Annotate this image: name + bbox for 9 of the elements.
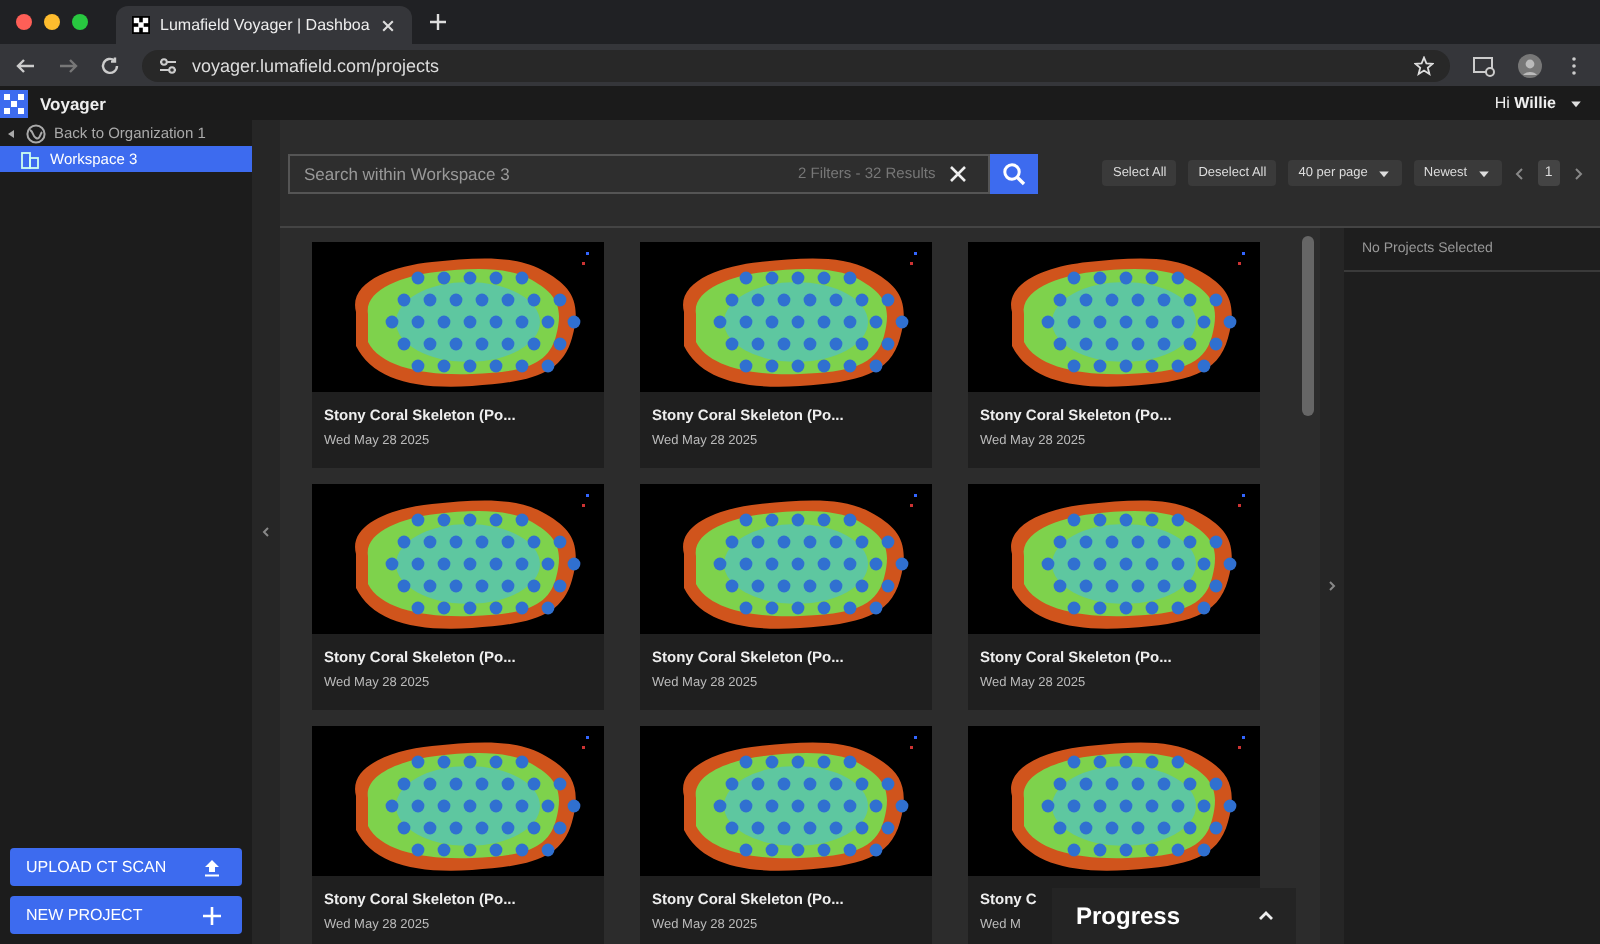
search-field[interactable]: Search within Workspace 3 — [304, 163, 786, 183]
brand-name: Voyager — [40, 93, 106, 113]
progress-dialog[interactable]: Progress — [1052, 888, 1296, 944]
upload-button[interactable]: UPLOAD CT SCAN — [10, 848, 242, 886]
progress-title: Progress — [1076, 902, 1181, 930]
new-project-button[interactable]: NEW PROJECT — [10, 896, 242, 934]
browser-tab[interactable]: Lumafield Voyager | Dashboa — [116, 6, 412, 44]
user-menu[interactable]: Hi Willie — [1494, 94, 1556, 112]
address-bar[interactable]: voyager.lumafield.com/projects — [142, 49, 1450, 81]
